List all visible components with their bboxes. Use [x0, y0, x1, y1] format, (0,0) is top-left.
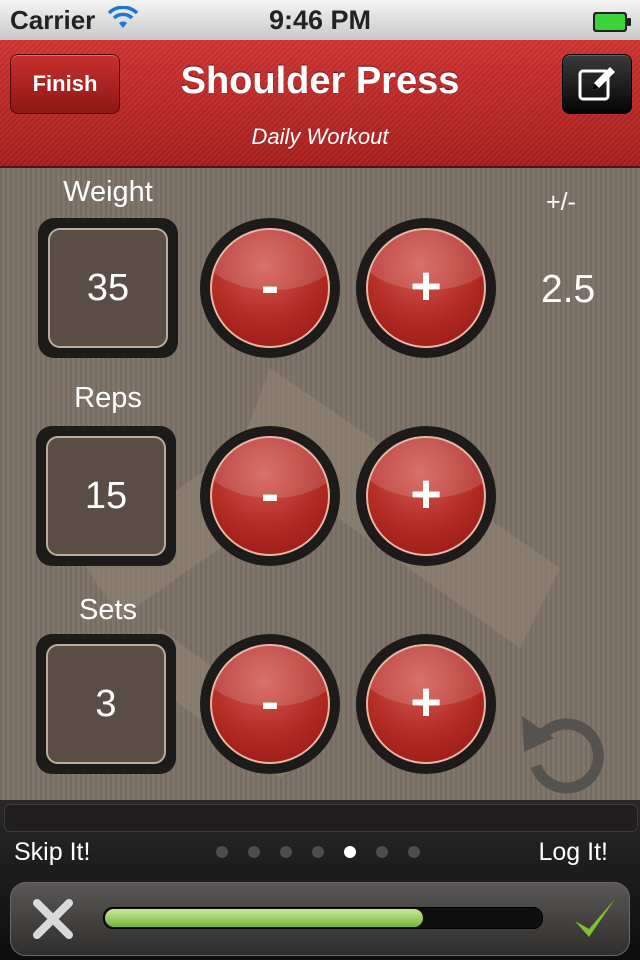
plus-label: + [410, 672, 442, 732]
weight-minus-button[interactable]: - [200, 218, 340, 358]
page-subtitle: Daily Workout [251, 124, 389, 149]
reps-label: Reps [74, 382, 142, 414]
sets-minus-button[interactable]: - [200, 634, 340, 774]
page-dot [376, 846, 388, 858]
status-time: 9:46 PM [268, 5, 372, 35]
reps-value-box[interactable]: 15 [36, 426, 176, 566]
battery-icon [592, 9, 631, 32]
edit-button[interactable] [562, 54, 632, 114]
workout-panel: Weight 35 - + +/- 2.5 Reps 15 - + Sets 3… [0, 168, 640, 800]
compose-icon [578, 67, 615, 101]
page-dot [408, 846, 420, 858]
swipe-progress-fill [105, 909, 423, 927]
weight-plus-button[interactable]: + [356, 218, 496, 358]
toolbar-divider [4, 804, 638, 832]
checkmark-icon[interactable] [571, 895, 619, 943]
x-icon[interactable] [31, 897, 75, 941]
log-label[interactable]: Log It! [539, 838, 609, 867]
page-dot [344, 846, 356, 858]
sets-label: Sets [78, 594, 138, 626]
increment-label: +/- [546, 188, 576, 216]
nav-bar: Finish Shoulder Press Daily Workout [0, 40, 640, 168]
reset-icon[interactable] [518, 708, 608, 794]
page-title: Shoulder Press [180, 60, 460, 102]
page-dot [312, 846, 324, 858]
reps-value: 15 [46, 436, 166, 556]
weight-value: 35 [48, 228, 168, 348]
minus-label: - [261, 672, 279, 732]
sets-value-box[interactable]: 3 [36, 634, 176, 774]
weight-label: Weight [63, 176, 153, 208]
plus-label: + [410, 464, 442, 524]
status-bar: Carrier 9:46 PM [0, 0, 640, 40]
bottom-toolbar: Skip It! Log It! [0, 800, 640, 960]
swipe-track[interactable] [103, 907, 543, 929]
reps-plus-button[interactable]: + [356, 426, 496, 566]
minus-label: - [261, 464, 279, 524]
sets-value: 3 [46, 644, 166, 764]
increment-value[interactable]: 2.5 [541, 268, 595, 312]
sets-plus-button[interactable]: + [356, 634, 496, 774]
page-dot [248, 846, 260, 858]
page-dot [280, 846, 292, 858]
reps-minus-button[interactable]: - [200, 426, 340, 566]
page-dot [216, 846, 228, 858]
swipe-slider-panel [10, 882, 630, 956]
plus-label: + [410, 256, 442, 316]
minus-label: - [261, 256, 279, 316]
weight-value-box[interactable]: 35 [38, 218, 178, 358]
